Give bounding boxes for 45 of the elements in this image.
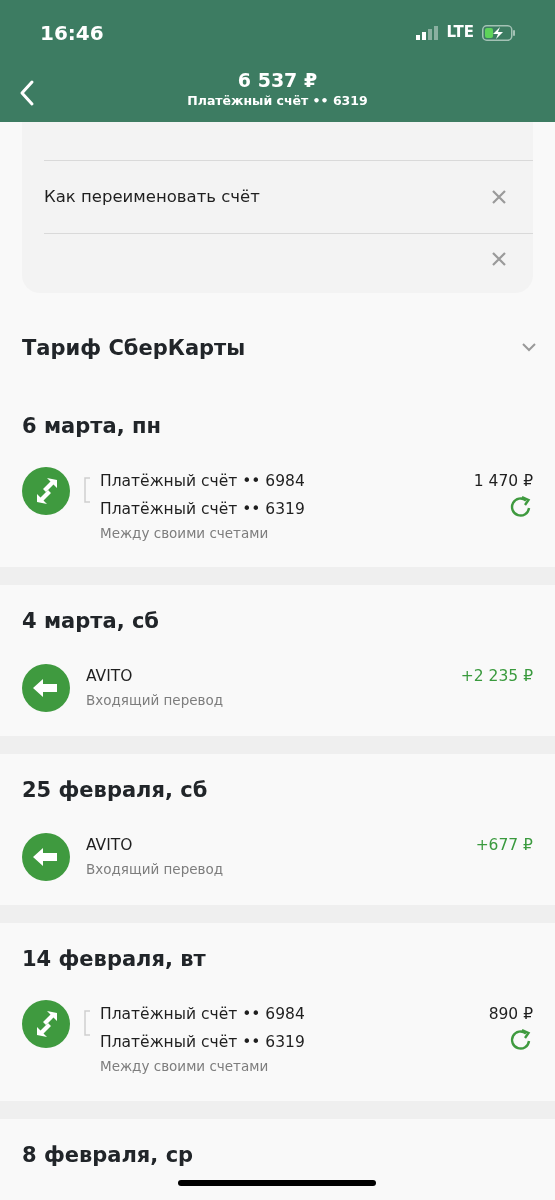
account-name: Платёжный счёт •• 6319 <box>100 499 305 520</box>
date-heading: 25 февраля, сб <box>22 777 209 805</box>
transfer-icon <box>22 1000 70 1049</box>
incoming-icon <box>22 833 70 882</box>
clock-time: 16:46 <box>40 19 104 47</box>
transaction-row[interactable]: AVITO Входящий перевод +2 235 ₽ <box>22 647 533 737</box>
bracket-line <box>82 477 92 503</box>
network-label: LTE <box>446 22 474 44</box>
incoming-icon <box>22 664 70 713</box>
transaction-amount: +2 235 ₽ <box>460 666 533 688</box>
transaction-amount: 890 ₽ <box>488 1004 533 1026</box>
signal-icon <box>416 25 439 40</box>
account-name: Платёжный счёт •• 6319 <box>187 91 368 110</box>
transaction-row[interactable]: Платёжный счёт •• 6984 Платёжный счёт •• 6319 Между своими счетами 890 ₽ <box>22 985 533 1101</box>
transaction-note: Входящий перевод <box>86 860 224 880</box>
date-heading: 4 марта, сб <box>22 608 161 636</box>
repeat-icon[interactable] <box>509 1028 533 1053</box>
transaction-row[interactable]: Платёжный счёт •• 6984 Платёжный счёт •• 6319 Между своими счетами 1 470 ₽ <box>22 452 533 568</box>
transaction-note: Входящий перевод <box>86 691 224 711</box>
date-heading: 6 марта, пн <box>22 413 162 440</box>
transaction-amount: 1 470 ₽ <box>473 471 533 492</box>
suggestion-link[interactable]: Как переименовать счёт <box>44 184 260 210</box>
merchant-name: AVITO <box>86 835 134 857</box>
close-icon <box>491 251 507 267</box>
account-name: Платёжный счёт •• 6984 <box>100 1004 305 1026</box>
transaction-row[interactable]: AVITO Входящий перевод +677 ₽ <box>22 816 533 906</box>
transaction-note: Между своими счетами <box>100 1057 270 1077</box>
close-icon <box>491 189 507 205</box>
expand-toggle[interactable] <box>521 341 537 353</box>
account-name: Платёжный счёт •• 6319 <box>100 1032 305 1054</box>
transfer-icon <box>22 467 70 515</box>
section-title: Тариф СберКарты <box>22 335 246 362</box>
transaction-note: Между своими счетами <box>100 524 270 543</box>
date-heading: 8 февраля, ср <box>22 1141 195 1169</box>
merchant-name: AVITO <box>86 666 134 688</box>
transaction-amount: +677 ₽ <box>475 835 533 857</box>
repeat-icon[interactable] <box>509 495 533 519</box>
bracket-line <box>82 1010 92 1037</box>
balance-amount: 6 537 ₽ <box>237 69 318 92</box>
close-button[interactable] <box>491 189 507 205</box>
battery-icon <box>482 24 515 41</box>
date-heading: 14 февраля, вт <box>22 946 207 974</box>
account-name: Платёжный счёт •• 6984 <box>100 471 305 492</box>
back-icon <box>18 79 36 107</box>
chevron-icon <box>521 341 537 353</box>
